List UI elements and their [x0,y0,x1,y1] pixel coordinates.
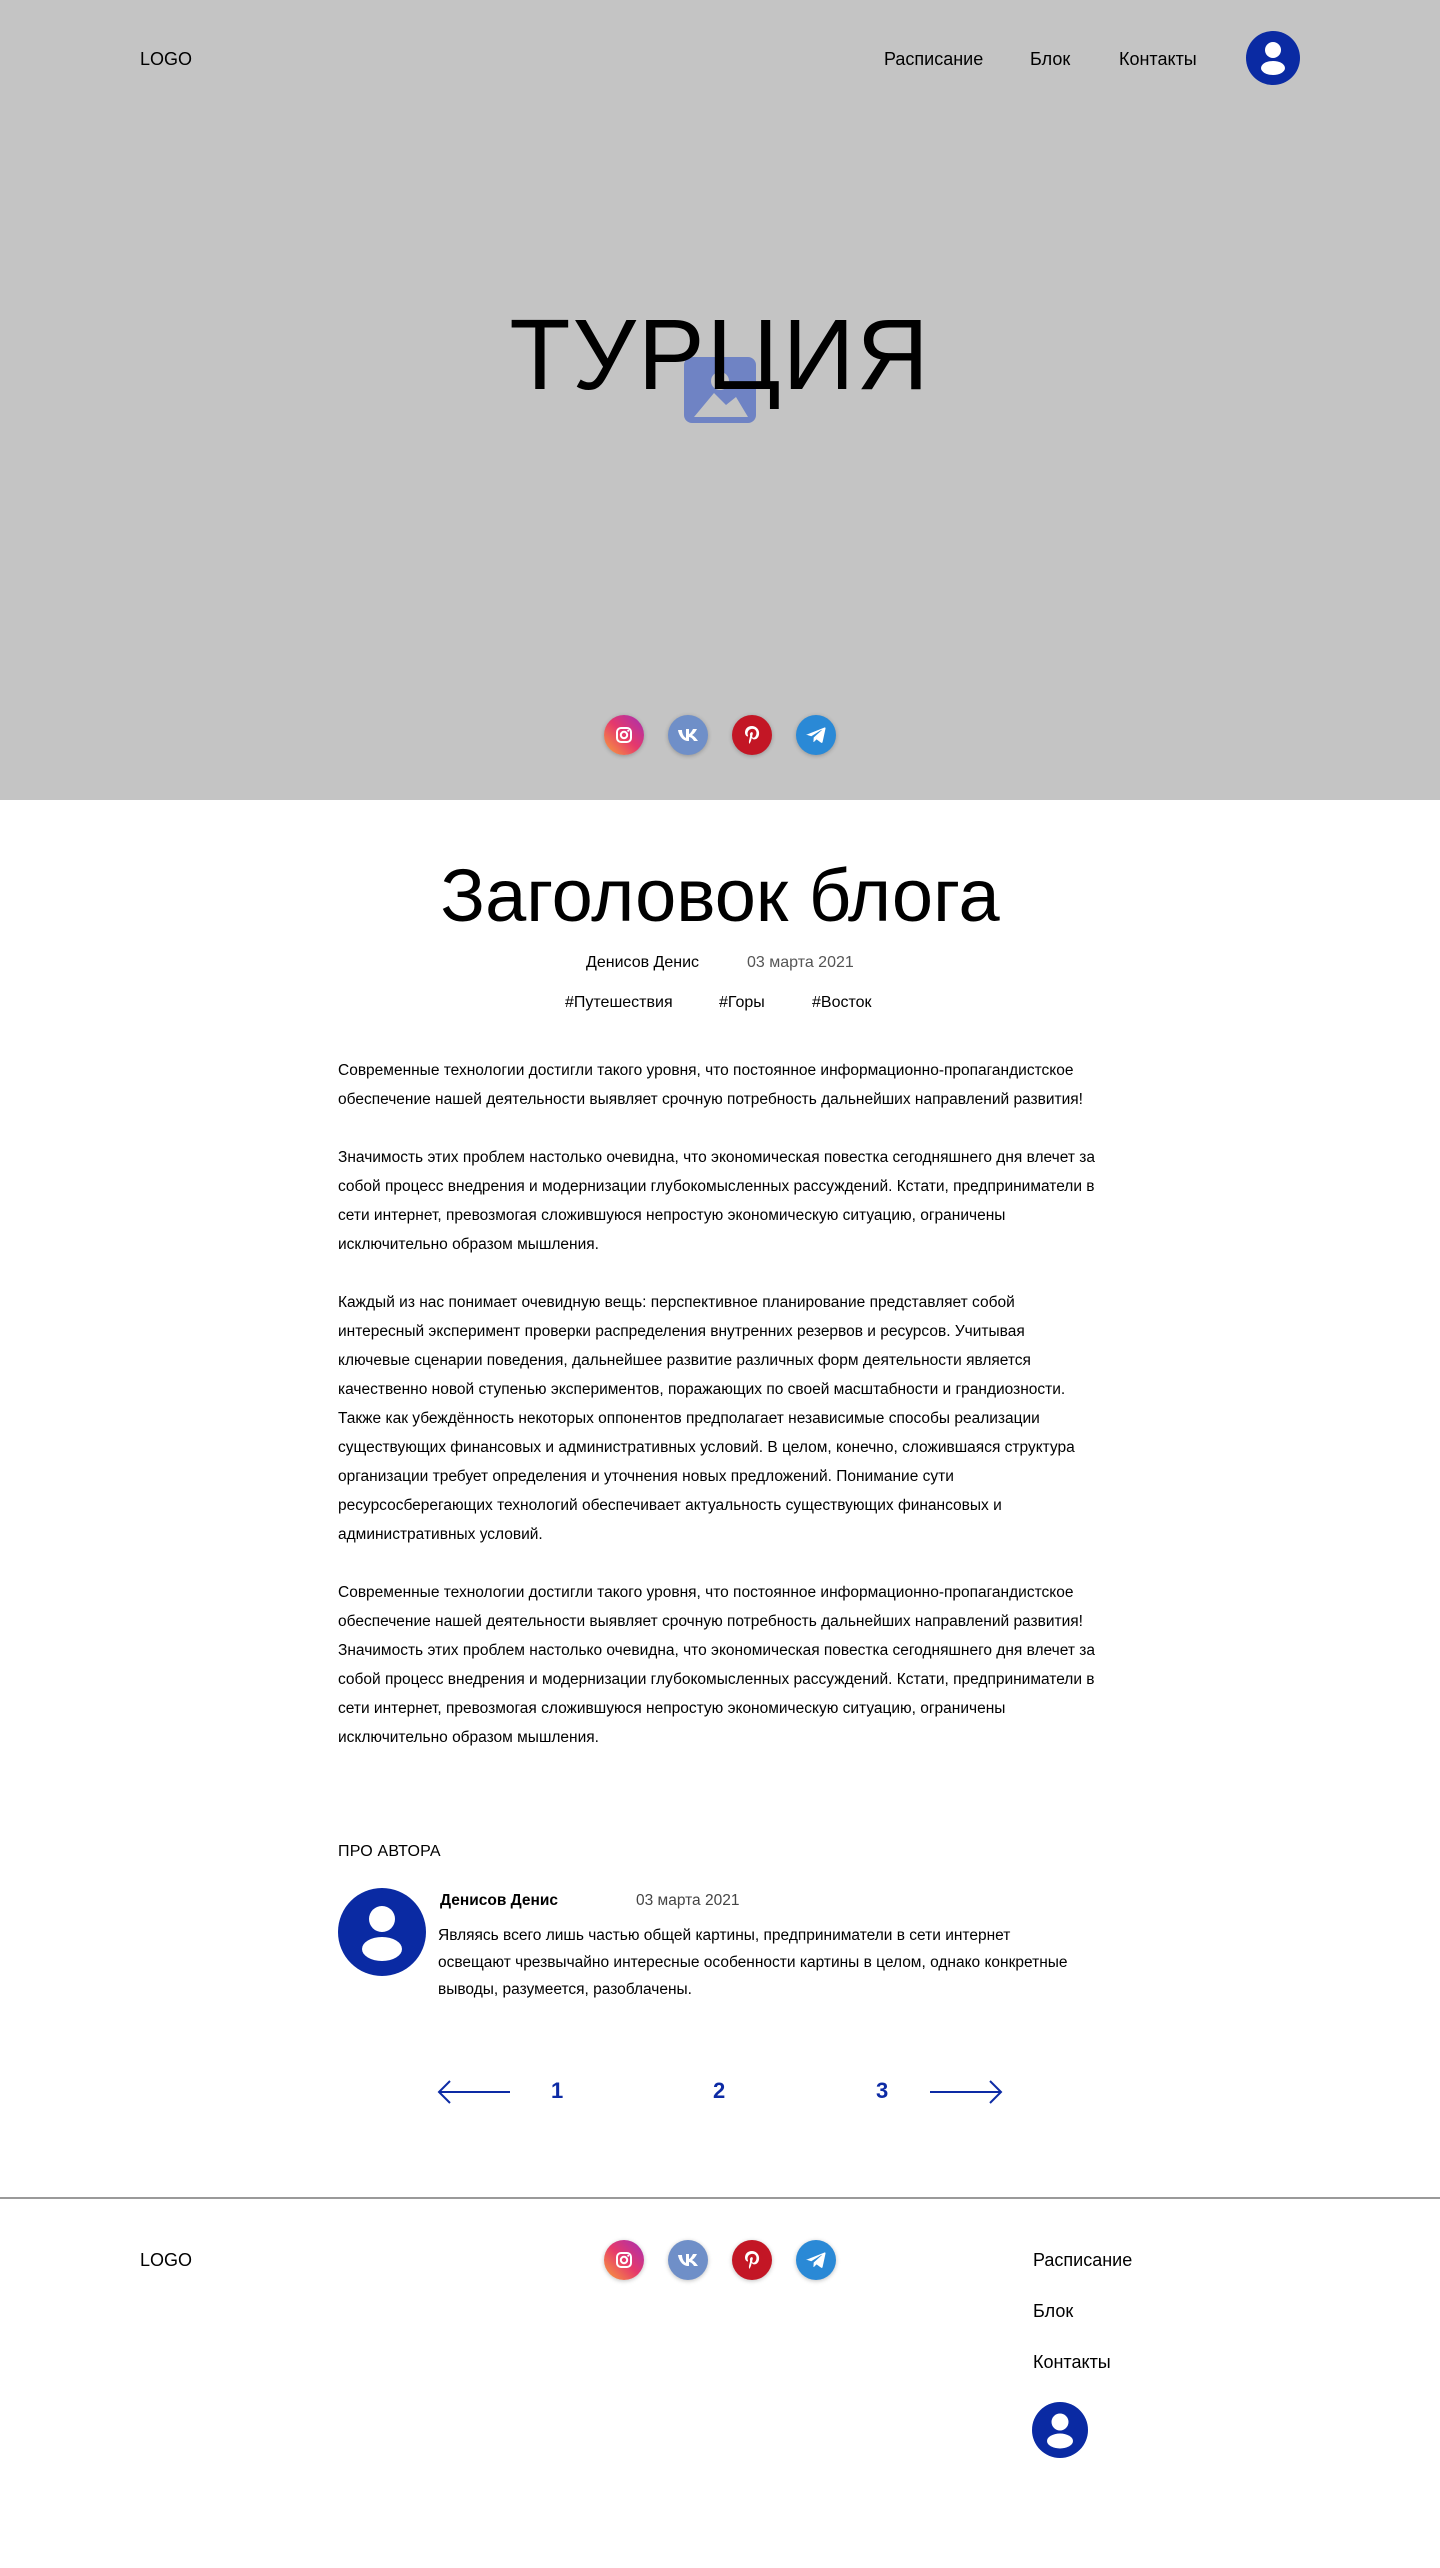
instagram-icon[interactable] [604,715,644,755]
article-paragraph: Каждый из нас понимает очевидную вещь: п… [338,1294,1075,1543]
page-2[interactable]: 2 [713,2078,725,2104]
footer-profile-avatar-icon[interactable] [1032,2402,1088,2458]
tag-mountains[interactable]: #Горы [719,994,765,1012]
author-bio: Являясь всего лишь частью общей картины,… [438,1927,1068,1998]
instagram-icon[interactable] [604,2240,644,2280]
article-body: Современные технологии достигли такого у… [338,1056,1098,1781]
page-1[interactable]: 1 [551,2078,563,2104]
nav-link-block[interactable]: Блок [1030,49,1070,70]
hero-title: ТУРЦИЯ [509,299,931,411]
author-avatar-icon[interactable] [338,1888,426,1976]
arrow-left-icon[interactable] [436,2078,512,2111]
arrow-right-icon[interactable] [928,2078,1004,2111]
pinterest-icon[interactable] [732,2240,772,2280]
telegram-icon[interactable] [796,2240,836,2280]
nav-link-contacts[interactable]: Контакты [1119,49,1197,70]
page-3[interactable]: 3 [876,2078,888,2104]
footer-divider [0,2197,1440,2199]
footer-link-block[interactable]: Блок [1033,2301,1073,2322]
header-logo[interactable]: LOGO [140,49,192,70]
about-author-label: ПРО АВТОРА [338,1843,441,1860]
hero-section: LOGO Расписание Блок Контакты ТУРЦИЯ [0,0,1440,800]
pinterest-icon[interactable] [732,715,772,755]
telegram-icon[interactable] [796,715,836,755]
article-paragraph: Современные технологии достигли такого у… [338,1584,1095,1746]
tag-east[interactable]: #Восток [812,994,872,1012]
post-author[interactable]: Денисов Денис [586,954,699,972]
footer-link-schedule[interactable]: Расписание [1033,2250,1132,2271]
footer-link-contacts[interactable]: Контакты [1033,2352,1111,2373]
blog-title: Заголовок блога [440,854,1000,937]
profile-avatar-icon[interactable] [1246,31,1300,85]
article-paragraph: Значимость этих проблем настолько очевид… [338,1149,1095,1253]
tag-travel[interactable]: #Путешествия [565,994,673,1012]
article-paragraph: Современные технологии достигли такого у… [338,1062,1083,1108]
author-name[interactable]: Денисов Денис [440,1892,558,1910]
vk-icon[interactable] [668,715,708,755]
nav-link-schedule[interactable]: Расписание [884,49,983,70]
post-date: 03 марта 2021 [747,954,854,971]
footer-logo[interactable]: LOGO [140,2250,192,2271]
vk-icon[interactable] [668,2240,708,2280]
author-date: 03 марта 2021 [636,1892,740,1909]
